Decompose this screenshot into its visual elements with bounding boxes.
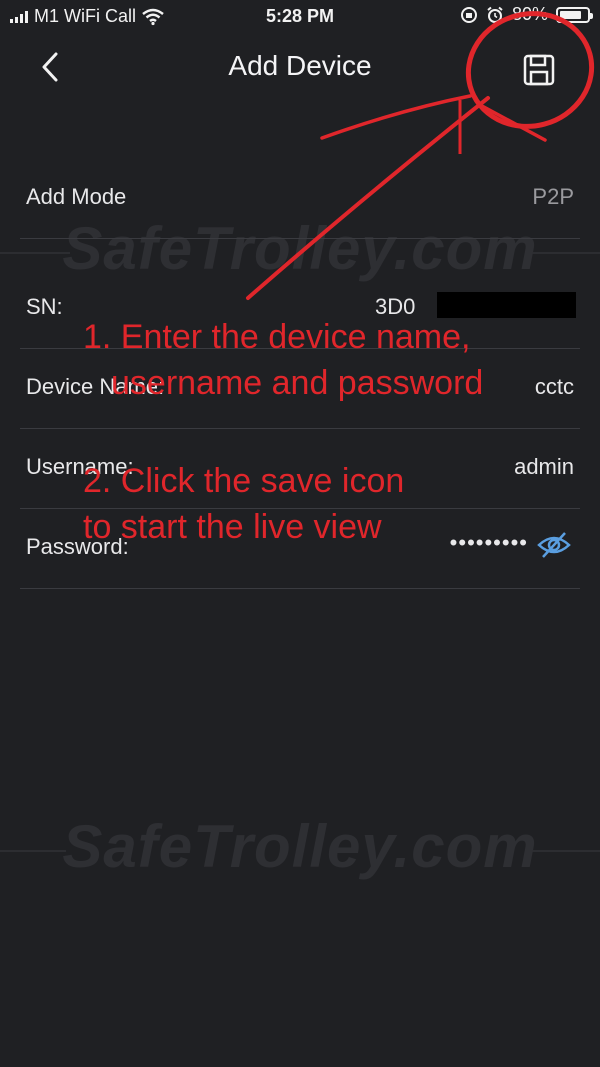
nav-bar: Add Device <box>0 32 600 102</box>
add-mode-label: Add Mode <box>26 184 127 209</box>
watermark-bottom: SafeTrolley.com <box>0 812 600 892</box>
annotation-step-1-line-2: username and password <box>111 364 484 402</box>
page-title: Add Device <box>228 50 372 81</box>
annotation-step-2-line-2: to start the live view <box>83 508 382 546</box>
alarm-icon <box>487 6 503 23</box>
add-mode-row[interactable]: Add Mode P2P <box>20 158 580 239</box>
annotation-step-1: 1. Enter the device name, username and p… <box>83 314 483 406</box>
floppy-save-icon[interactable] <box>519 50 559 90</box>
username-input[interactable]: admin <box>514 454 574 480</box>
eye-hidden-icon[interactable] <box>536 530 572 560</box>
orientation-lock-icon <box>460 6 477 23</box>
annotation-step-1-line-1: 1. Enter the device name, <box>83 318 471 356</box>
password-input[interactable]: ••••••••• <box>450 530 528 556</box>
status-right: 80% <box>460 4 593 25</box>
battery-icon <box>556 6 593 23</box>
annotation-step-2-line-1: 2. Click the save icon <box>83 462 405 500</box>
battery-percent: 80% <box>511 4 548 24</box>
watermark-text: SafeTrolley.com <box>62 813 538 880</box>
status-bar: M1 WiFi Call 5:28 PM 80% <box>0 0 600 32</box>
sn-label: SN: <box>26 294 63 319</box>
annotation-step-2: 2. Click the save icon to start the live… <box>83 458 404 550</box>
device-name-input[interactable]: cctc <box>535 374 574 400</box>
add-mode-value: P2P <box>532 184 574 209</box>
